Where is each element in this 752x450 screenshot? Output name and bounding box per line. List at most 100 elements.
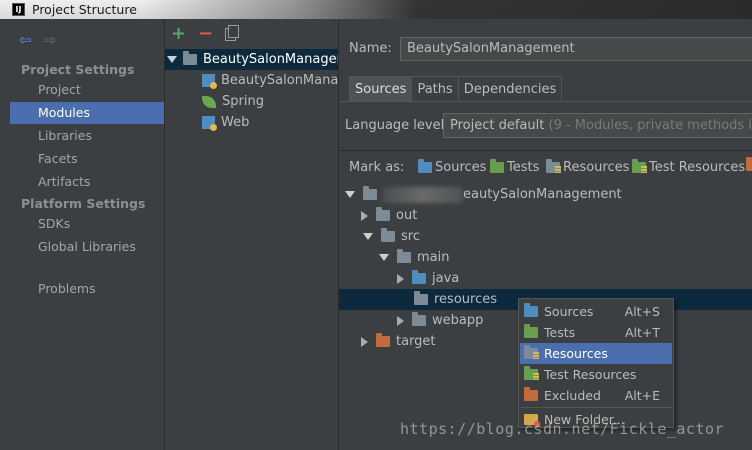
window-title-bar: IJ Project Structure: [0, 0, 752, 19]
tree-label-src: src: [401, 229, 420, 244]
excluded-folder-icon: [746, 157, 752, 171]
resources-folder-icon: [524, 345, 539, 359]
test-resources-folder-icon: [524, 366, 539, 380]
mark-as-tests-label: Tests: [507, 160, 540, 175]
expand-arrow-icon[interactable]: [345, 191, 355, 198]
facet-spring-label: Spring: [222, 94, 264, 109]
language-level-hint: (9 - Modules, private methods in inte: [548, 118, 752, 133]
tree-row-content-root[interactable]: eautySalonManagement: [339, 184, 752, 205]
copy-icon[interactable]: [225, 24, 240, 41]
sidebar-item-global-libraries[interactable]: Global Libraries: [10, 236, 164, 258]
tree-label-target: target: [396, 334, 436, 349]
facet-web-row[interactable]: Web: [165, 112, 338, 133]
window-title: Project Structure: [32, 2, 137, 17]
folder-icon: [397, 249, 411, 263]
expand-arrow-icon[interactable]: [167, 56, 177, 63]
intellij-app-icon: IJ: [12, 3, 25, 16]
tree-label-resources: resources: [434, 292, 498, 307]
menu-item-excluded[interactable]: Excluded Alt+E: [520, 385, 672, 406]
web-facet-icon: [202, 116, 217, 131]
module-folder-icon: [183, 51, 197, 65]
menu-label-resources: Resources: [544, 346, 608, 361]
mark-as-sources-button[interactable]: Sources: [418, 159, 486, 175]
tab-dependencies[interactable]: Dependencies: [457, 76, 563, 101]
module-child-row[interactable]: BeautySalonManagement: [165, 70, 338, 91]
folder-icon: [376, 207, 390, 221]
settings-sidebar: ⇦ ⇨ Project Settings Project Modules Lib…: [10, 19, 164, 450]
detail-tabs: Sources Paths Dependencies: [349, 76, 563, 101]
sidebar-item-modules[interactable]: Modules: [10, 102, 164, 124]
forward-arrow-icon[interactable]: ⇨: [44, 31, 57, 49]
module-name-field[interactable]: BeautySalonManagement: [400, 37, 752, 61]
tab-sources[interactable]: Sources: [349, 76, 413, 101]
redacted-path: [383, 186, 463, 203]
menu-label-excluded: Excluded: [544, 388, 601, 403]
sidebar-item-libraries[interactable]: Libraries: [10, 125, 164, 147]
mark-as-tests-button[interactable]: Tests: [490, 159, 540, 175]
tree-row-main[interactable]: main: [339, 247, 752, 268]
shortcut-excluded: Alt+E: [624, 388, 660, 403]
tree-label-main: main: [417, 250, 450, 265]
mark-as-test-resources-label: Test Resources: [649, 160, 746, 175]
tree-row-src[interactable]: src: [339, 226, 752, 247]
facet-web-label: Web: [221, 115, 250, 130]
facet-spring-row[interactable]: Spring: [165, 91, 338, 112]
sidebar-item-facets[interactable]: Facets: [10, 148, 164, 170]
menu-item-tests[interactable]: Tests Alt+T: [520, 322, 672, 343]
title-bar-shade: [142, 0, 752, 19]
language-level-label: Language level:: [345, 118, 449, 133]
collapse-arrow-icon[interactable]: [397, 315, 404, 326]
language-level-select[interactable]: Project default (9 - Modules, private me…: [443, 113, 752, 138]
sidebar-item-project[interactable]: Project: [10, 79, 164, 101]
modules-toolbar: + −: [171, 24, 240, 43]
collapse-arrow-icon[interactable]: [397, 273, 404, 284]
menu-item-sources[interactable]: Sources Alt+S: [520, 301, 672, 322]
menu-label-test-resources: Test Resources: [544, 367, 637, 382]
content-root-label: eautySalonManagement: [463, 187, 622, 202]
section-platform-settings: Platform Settings: [21, 196, 146, 211]
tab-paths[interactable]: Paths: [411, 76, 459, 101]
folder-icon: [412, 312, 426, 326]
language-level-value: Project default: [450, 118, 545, 133]
spring-leaf-icon: [202, 95, 216, 108]
menu-label-tests: Tests: [544, 325, 576, 340]
resources-folder-icon: [546, 159, 561, 173]
collapse-arrow-icon[interactable]: [361, 336, 368, 347]
folder-icon: [363, 186, 377, 200]
menu-item-test-resources[interactable]: Test Resources: [520, 364, 672, 385]
module-child-label: BeautySalonManagement: [221, 73, 338, 88]
expand-arrow-icon[interactable]: [363, 233, 373, 240]
name-label: Name:: [349, 41, 392, 56]
menu-item-resources[interactable]: Resources: [520, 343, 672, 364]
collapse-arrow-icon[interactable]: [361, 210, 368, 221]
tests-folder-icon: [490, 159, 504, 173]
sidebar-item-sdks[interactable]: SDKs: [10, 213, 164, 235]
folder-icon: [381, 228, 395, 242]
module-root-label: BeautySalonManagement: [203, 52, 338, 67]
mark-as-resources-button[interactable]: Resources: [546, 159, 629, 175]
mark-directory-context-menu: Sources Alt+S Tests Alt+T Resources Test…: [518, 298, 674, 428]
tree-label-java: java: [432, 271, 460, 286]
remove-module-button[interactable]: −: [198, 25, 213, 43]
back-arrow-icon[interactable]: ⇦: [19, 31, 32, 49]
sources-folder-icon: [412, 270, 426, 284]
excluded-folder-icon: [524, 387, 538, 401]
mark-as-test-resources-button[interactable]: Test Resources: [632, 159, 746, 175]
tree-label-out: out: [396, 208, 418, 223]
module-root-row[interactable]: BeautySalonManagement: [165, 49, 338, 70]
sources-folder-icon: [524, 303, 538, 317]
modules-panel: + − BeautySalonManagement BeautySalonMan…: [165, 19, 338, 450]
shortcut-tests: Alt+T: [624, 325, 660, 340]
menu-label-sources: Sources: [544, 304, 594, 319]
history-nav: ⇦ ⇨: [19, 31, 56, 49]
tree-row-java[interactable]: java: [339, 268, 752, 289]
watermark: https://blog.csdn.net/Fickle_actor: [400, 420, 725, 438]
mark-as-excluded-button[interactable]: [746, 157, 752, 171]
sidebar-item-artifacts[interactable]: Artifacts: [10, 171, 164, 193]
add-module-button[interactable]: +: [171, 25, 186, 43]
tree-row-out[interactable]: out: [339, 205, 752, 226]
mark-as-label: Mark as:: [349, 160, 405, 175]
expand-arrow-icon[interactable]: [379, 254, 389, 261]
shortcut-sources: Alt+S: [624, 304, 660, 319]
sidebar-item-problems[interactable]: Problems: [10, 278, 164, 300]
